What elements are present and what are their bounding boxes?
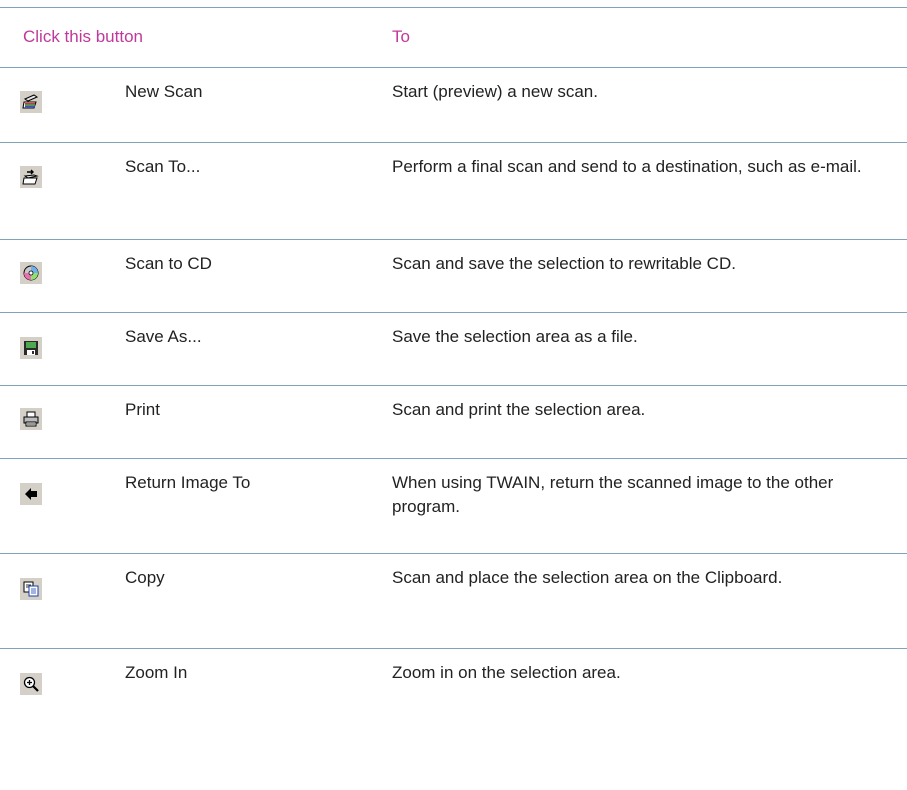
row-name: New Scan — [125, 82, 203, 101]
header-click-this-button: Click this button — [23, 27, 143, 46]
row-name: Scan to CD — [125, 254, 212, 273]
row-rule — [0, 648, 907, 649]
row-name: Copy — [125, 568, 165, 587]
row-description: Zoom in on the selection area. — [392, 663, 621, 682]
row-rule — [0, 458, 907, 459]
row-description: Scan and print the selection area. — [392, 400, 646, 419]
top-rule — [0, 7, 907, 8]
row-description: Scan and place the selection area on the… — [392, 568, 783, 587]
row-rule — [0, 142, 907, 143]
left-arrow-icon — [20, 483, 42, 505]
header-to: To — [392, 27, 410, 46]
copy-icon — [20, 578, 42, 600]
row-name: Print — [125, 400, 160, 419]
scanner-new-scan-icon — [20, 91, 42, 113]
row-name: Return Image To — [125, 473, 251, 492]
row-name: Zoom In — [125, 663, 188, 682]
row-description: Start (preview) a new scan. — [392, 82, 598, 101]
row-rule — [0, 239, 907, 240]
row-description: When using TWAIN, return the scanned ima… — [392, 473, 834, 516]
header-rule — [0, 67, 907, 68]
row-rule — [0, 385, 907, 386]
row-description: Save the selection area as a file. — [392, 327, 638, 346]
scanner-scan-to-icon — [20, 166, 42, 188]
row-description: Scan and save the selection to rewritabl… — [392, 254, 736, 273]
zoom-in-icon — [20, 673, 42, 695]
printer-icon — [20, 408, 42, 430]
row-name: Save As... — [125, 327, 202, 346]
floppy-save-icon — [20, 337, 42, 359]
row-description: Perform a final scan and send to a desti… — [392, 157, 862, 176]
row-rule — [0, 553, 907, 554]
row-name: Scan To... — [125, 157, 201, 176]
cd-icon — [20, 262, 42, 284]
row-rule — [0, 312, 907, 313]
